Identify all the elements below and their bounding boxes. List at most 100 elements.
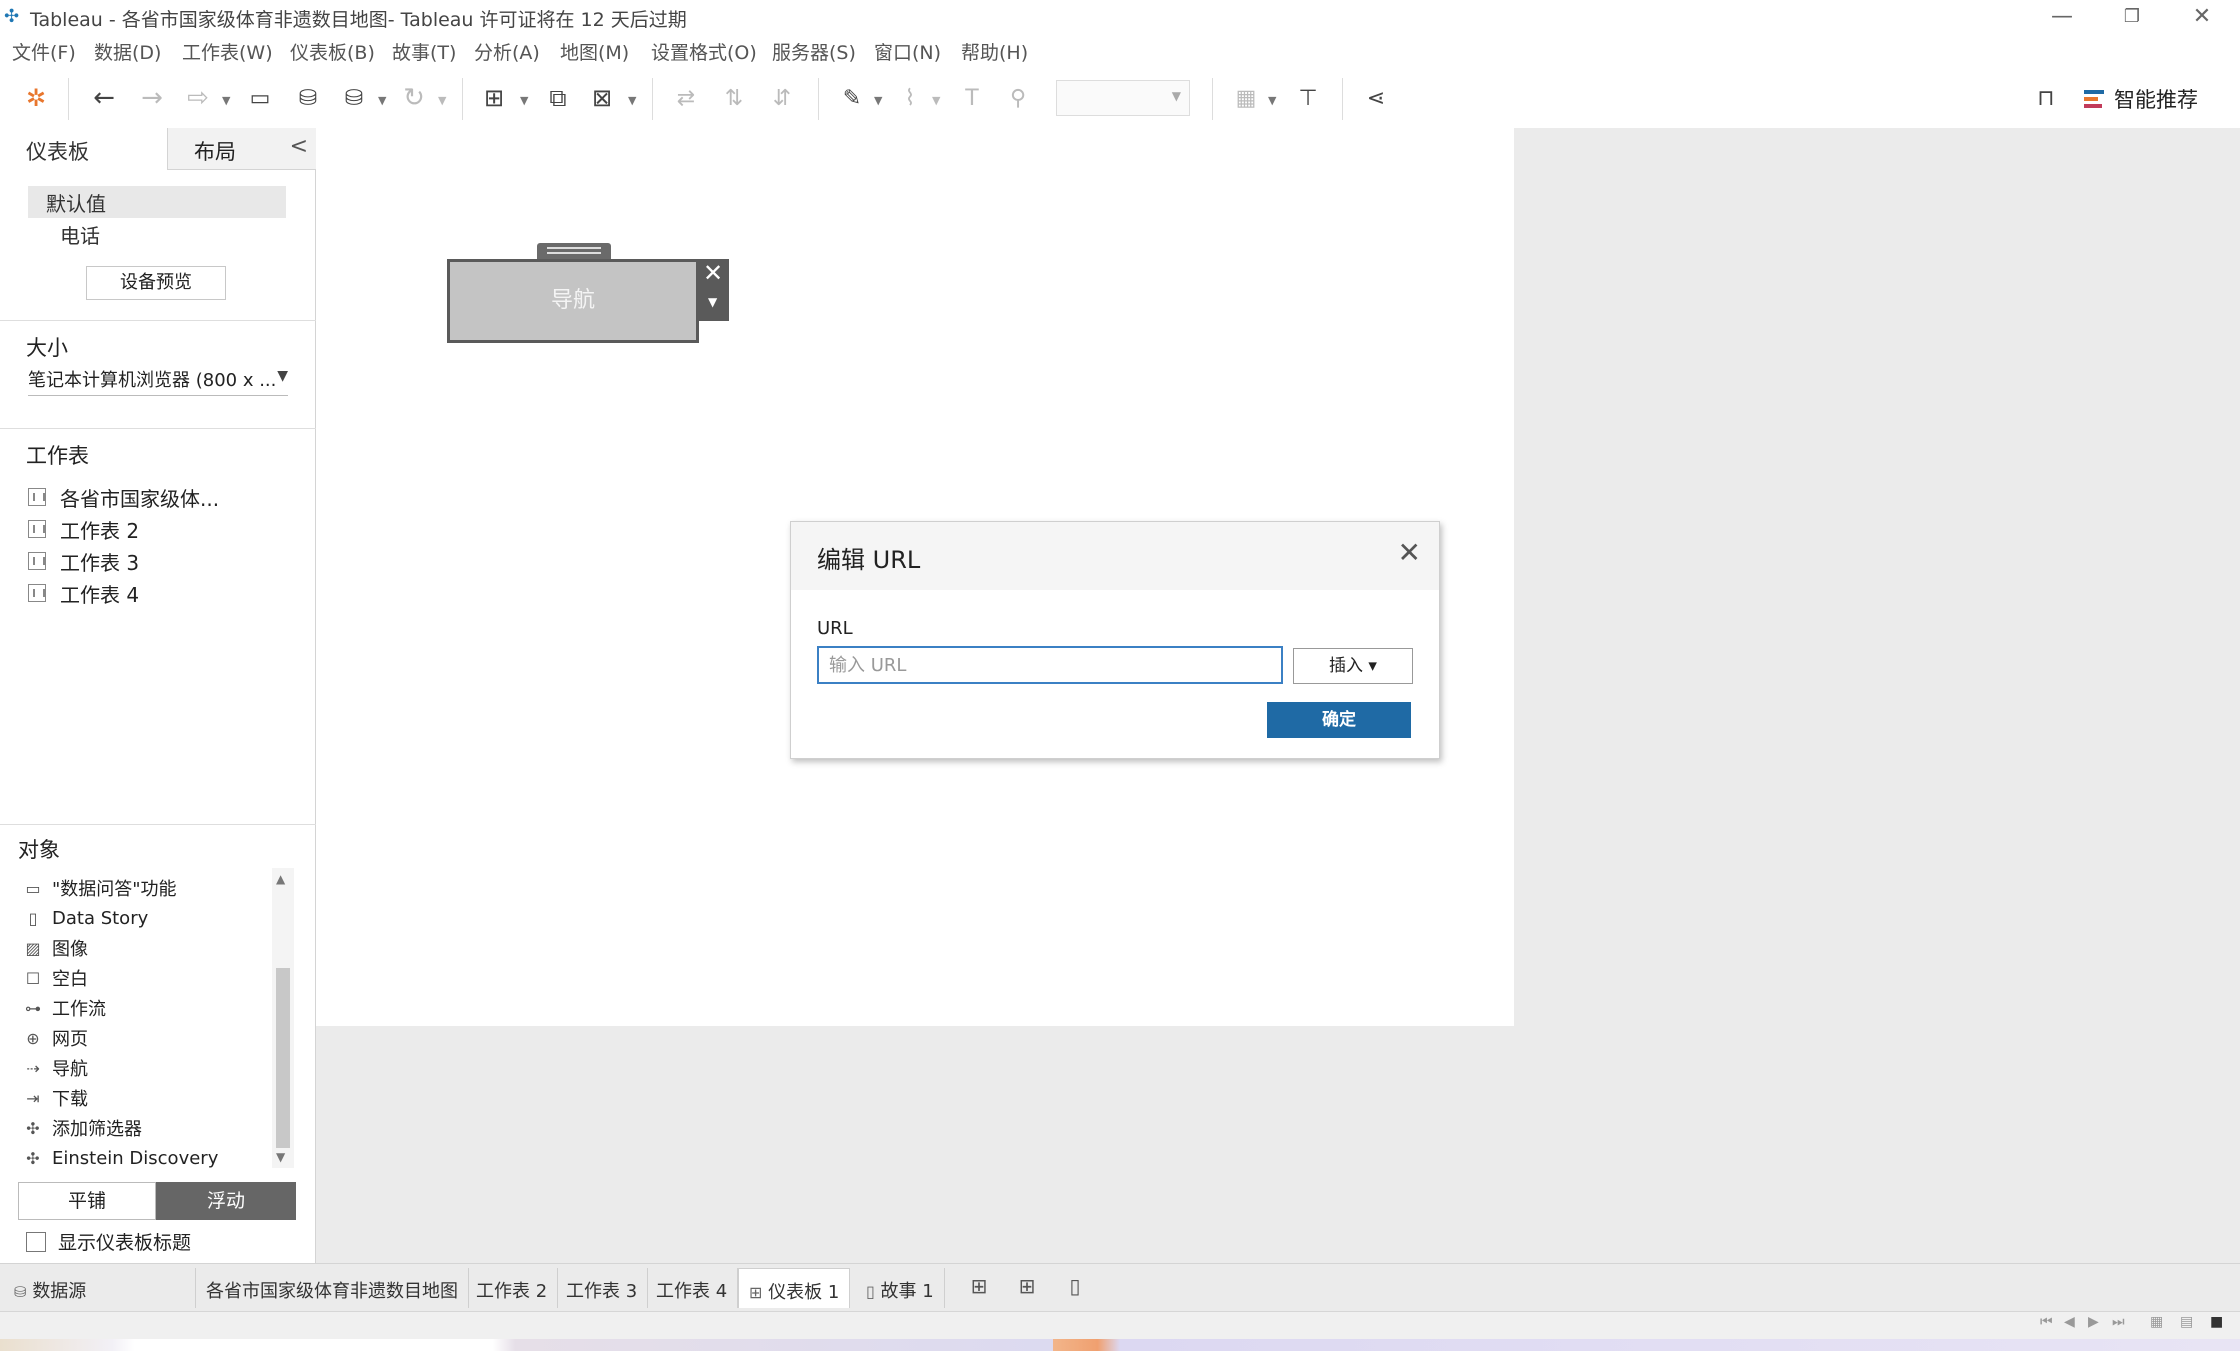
menu-dashboard[interactable]: 仪表板(B)	[290, 38, 375, 65]
size-select[interactable]: 笔记本计算机浏览器 (800 x ... ▼	[28, 366, 288, 396]
group-members-caret-icon[interactable]: ▼	[932, 94, 940, 107]
insert-button[interactable]: 插入 ▾	[1293, 648, 1413, 684]
floating-toggle[interactable]: 浮动	[156, 1182, 296, 1220]
object-ask-data[interactable]: ▭ "数据问答"功能	[24, 874, 176, 902]
smart-recommendations-button[interactable]: 智能推荐	[2084, 84, 2198, 114]
clear-sheet-caret-icon[interactable]: ▼	[628, 94, 636, 107]
next-sheet-icon[interactable]: ▶	[2088, 1314, 2099, 1330]
object-workflow[interactable]: ⊶ 工作流	[24, 994, 106, 1022]
tab-sheet[interactable]: 工作表 3	[556, 1268, 649, 1308]
show-dashboard-title-checkbox[interactable]	[26, 1231, 46, 1252]
sort-ascending-icon[interactable]: ⇅	[716, 80, 752, 116]
sheet-item[interactable]: 工作表 3	[28, 546, 139, 576]
clear-sheet-icon[interactable]: ⊠	[584, 80, 620, 116]
object-einstein-discovery[interactable]: ✣ Einstein Discovery	[24, 1144, 218, 1172]
tab-sheet[interactable]: 各省市国家级体育非遗数目地图	[196, 1268, 469, 1308]
new-worksheet-icon[interactable]: ⊞	[476, 80, 512, 116]
save-icon[interactable]: ▭	[242, 80, 278, 116]
restore-button[interactable]: ❐	[2102, 2, 2162, 32]
duplicate-sheet-icon[interactable]: ⧉	[540, 80, 576, 116]
first-sheet-icon[interactable]: ⏮	[2040, 1314, 2053, 1330]
filmstrip-icon[interactable]: ▤	[2180, 1314, 2193, 1330]
tab-sheet[interactable]: 工作表 2	[466, 1268, 559, 1308]
sheet-item[interactable]: 工作表 4	[28, 578, 139, 608]
swap-rows-columns-icon[interactable]: ⇄	[668, 80, 704, 116]
new-worksheet-caret-icon[interactable]: ▼	[520, 94, 528, 107]
show-mark-labels-icon[interactable]: T	[954, 80, 990, 116]
format-painter-icon[interactable]: ⊓	[2028, 80, 2064, 116]
fix-axes-icon[interactable]: ⚲	[1000, 80, 1036, 116]
object-data-story[interactable]: ▯ Data Story	[24, 904, 149, 932]
replace-data-caret-icon[interactable]: ▼	[222, 94, 230, 107]
highlight-caret-icon[interactable]: ▼	[874, 94, 882, 107]
device-preview-button[interactable]: 设备预览	[86, 266, 226, 300]
refresh-icon[interactable]: ↻	[396, 80, 432, 116]
menu-story[interactable]: 故事(T)	[392, 38, 456, 65]
fit-select[interactable]: ▼	[1056, 80, 1190, 116]
replace-data-icon[interactable]: ⇨	[180, 80, 216, 116]
collapse-pane-icon[interactable]: <	[290, 134, 308, 159]
show-cards-icon[interactable]: ▦	[1228, 80, 1264, 116]
close-window-button[interactable]: ✕	[2172, 2, 2232, 32]
scroll-down-icon[interactable]: ▼	[276, 1150, 285, 1164]
presentation-mode-icon[interactable]: ⊤	[1290, 80, 1326, 116]
remove-object-icon[interactable]: ✕	[703, 259, 723, 287]
menu-analysis[interactable]: 分析(A)	[474, 38, 540, 65]
object-navigation[interactable]: ⇢ 导航	[24, 1054, 88, 1082]
tab-datasource[interactable]: ⛁ 数据源	[0, 1268, 196, 1308]
tiled-toggle[interactable]: 平铺	[18, 1182, 156, 1220]
minimize-button[interactable]: —	[2032, 2, 2092, 32]
tableau-start-icon[interactable]: ✲	[18, 80, 54, 116]
object-add-filter[interactable]: ✣ 添加筛选器	[24, 1114, 142, 1142]
url-input[interactable]	[817, 646, 1283, 684]
tab-story-1[interactable]: ▯ 故事 1	[856, 1268, 945, 1308]
menu-map[interactable]: 地图(M)	[560, 38, 629, 65]
new-worksheet-tab-icon[interactable]: ⊞	[964, 1274, 994, 1302]
close-icon[interactable]: ✕	[1398, 536, 1421, 569]
group-members-icon[interactable]: ⌇	[892, 80, 928, 116]
menu-file[interactable]: 文件(F)	[12, 38, 76, 65]
redo-icon[interactable]: →	[134, 80, 170, 116]
refresh-caret-icon[interactable]: ▼	[438, 94, 446, 107]
objects-scrollbar[interactable]: ▲ ▼	[272, 868, 294, 1168]
object-menu-caret-icon[interactable]: ▼	[708, 295, 717, 309]
sheet-item[interactable]: 工作表 2	[28, 514, 139, 544]
menu-format[interactable]: 设置格式(O)	[651, 38, 757, 65]
object-download[interactable]: ⇥ 下载	[24, 1084, 88, 1112]
object-blank[interactable]: ☐ 空白	[24, 964, 88, 992]
move-handle[interactable]	[537, 243, 611, 259]
new-dashboard-tab-icon[interactable]: ⊞	[1012, 1274, 1042, 1302]
tab-dashboard[interactable]: 仪表板	[0, 128, 168, 170]
pause-updates-caret-icon[interactable]: ▼	[378, 94, 386, 107]
menu-window[interactable]: 窗口(N)	[874, 38, 941, 65]
object-webpage[interactable]: ⊕ 网页	[24, 1024, 88, 1052]
previous-sheet-icon[interactable]: ◀	[2064, 1314, 2075, 1330]
menu-worksheet[interactable]: 工作表(W)	[182, 38, 273, 65]
undo-icon[interactable]: ←	[86, 80, 122, 116]
device-default[interactable]: 默认值	[28, 186, 286, 218]
object-image[interactable]: ▨ 图像	[24, 934, 88, 962]
new-datasource-icon[interactable]: ⛁	[290, 80, 326, 116]
tab-layout[interactable]: 布局 <	[168, 128, 316, 170]
device-phone[interactable]: 电话	[28, 218, 286, 250]
last-sheet-icon[interactable]: ⏭	[2112, 1314, 2125, 1330]
menu-help[interactable]: 帮助(H)	[961, 38, 1028, 65]
scroll-thumb[interactable]	[276, 968, 290, 1148]
share-icon[interactable]: ⋖	[1358, 80, 1394, 116]
ok-button[interactable]: 确定	[1267, 702, 1411, 738]
new-story-tab-icon[interactable]: ▯	[1060, 1274, 1090, 1302]
menu-server[interactable]: 服务器(S)	[772, 38, 856, 65]
show-dashboard-title-row[interactable]: 显示仪表板标题	[26, 1228, 191, 1255]
scroll-up-icon[interactable]: ▲	[276, 872, 285, 886]
sheet-sorter-icon[interactable]: ▦	[2150, 1314, 2163, 1330]
highlight-icon[interactable]: ✎	[834, 80, 870, 116]
sheet-item[interactable]: 各省市国家级体...	[28, 482, 219, 512]
sort-descending-icon[interactable]: ⇵	[764, 80, 800, 116]
navigation-button[interactable]: 导航	[447, 259, 699, 343]
tab-sheet[interactable]: 工作表 4	[646, 1268, 739, 1308]
tabs-view-icon[interactable]: ■	[2210, 1314, 2223, 1330]
pause-updates-icon[interactable]: ⛁	[336, 80, 372, 116]
menu-data[interactable]: 数据(D)	[94, 38, 161, 65]
tab-dashboard-1[interactable]: ⊞ 仪表板 1	[738, 1268, 851, 1308]
show-cards-caret-icon[interactable]: ▼	[1268, 94, 1276, 107]
